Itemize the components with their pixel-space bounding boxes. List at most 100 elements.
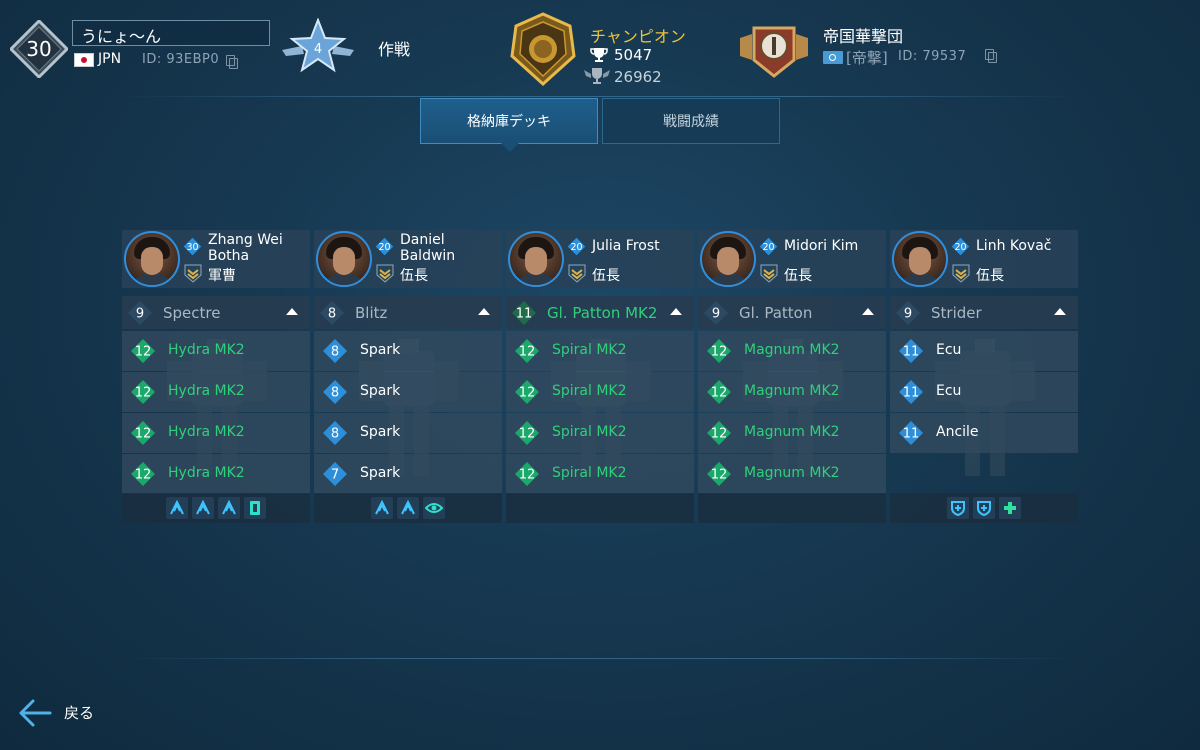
weapon-name: Hydra MK2 — [168, 383, 245, 399]
un-flag-icon — [823, 51, 843, 64]
robot-name: Strider — [931, 304, 982, 322]
weapon-slot[interactable]: 12 Spiral MK2 — [506, 331, 694, 371]
pilot-level-badge: 20 — [951, 237, 970, 256]
weapon-level-badge: 12 — [131, 339, 155, 363]
clan-id: ID: 79537 — [898, 49, 967, 64]
robot-slot[interactable]: 20 Daniel Baldwin 伍長 8 Blitz 8 Spark 8 Spark 8 Spa… — [314, 230, 502, 523]
weapon-slot[interactable]: 12 Hydra MK2 — [122, 331, 310, 371]
weapon-name: Hydra MK2 — [168, 424, 245, 440]
robot-level-badge: 11 — [512, 301, 536, 325]
repair-plus-icon — [999, 497, 1021, 519]
weapon-level-badge: 12 — [515, 421, 539, 445]
weapon-slot[interactable]: 12 Magnum MK2 — [698, 413, 886, 453]
svg-text:4: 4 — [314, 42, 322, 57]
weapon-name: Spark — [360, 424, 401, 440]
robot-level-badge: 9 — [896, 301, 920, 325]
robot-slot[interactable]: 20 Midori Kim 伍長 9 Gl. Patton 12 Magnum MK2 12 M… — [698, 230, 886, 523]
tab-hangar-deck[interactable]: 格納庫デッキ — [420, 98, 598, 152]
weapon-slot[interactable]: 8 Spark — [314, 331, 502, 371]
robot-slot[interactable]: 20 Julia Frost 伍長 11 Gl. Patton MK2 12 Spiral … — [506, 230, 694, 523]
back-button[interactable]: 戻る — [18, 696, 108, 730]
weapon-slot[interactable]: 11 Ecu — [890, 372, 1078, 412]
robot-header[interactable]: 11 Gl. Patton MK2 — [506, 296, 694, 329]
weapon-slot[interactable]: 8 Spark — [314, 413, 502, 453]
robot-slot[interactable]: 20 Linh Kovač 伍長 9 Strider 11 Ecu 11 Ecu 11 Ancile — [890, 230, 1078, 523]
chevron-up-icon[interactable] — [478, 308, 490, 315]
weapon-slot[interactable]: 11 Ancile — [890, 413, 1078, 453]
rocket-boost-icon — [166, 497, 188, 519]
robot-header[interactable]: 9 Strider — [890, 296, 1078, 329]
tab-battle-stats[interactable]: 戦闘成績 — [602, 98, 780, 144]
weapon-level-badge: 11 — [899, 339, 923, 363]
player-id: ID: 93EBP0 — [142, 52, 220, 67]
weapon-slot[interactable]: 12 Spiral MK2 — [506, 413, 694, 453]
svg-text:8: 8 — [331, 427, 339, 442]
weapon-slot[interactable]: 12 Hydra MK2 — [122, 413, 310, 453]
svg-text:12: 12 — [135, 386, 152, 401]
svg-text:12: 12 — [519, 345, 536, 360]
weapon-name: Ecu — [936, 383, 962, 399]
svg-text:12: 12 — [519, 386, 536, 401]
chevron-up-icon[interactable] — [1054, 308, 1066, 315]
rank-chevron-icon — [376, 264, 394, 283]
weapon-name: Spiral MK2 — [552, 342, 627, 358]
weapon-level-badge: 11 — [899, 421, 923, 445]
svg-text:12: 12 — [519, 468, 536, 483]
module-bar — [122, 493, 310, 523]
svg-text:12: 12 — [711, 386, 728, 401]
rank-chevron-icon — [952, 264, 970, 283]
robot-header[interactable]: 9 Gl. Patton — [698, 296, 886, 329]
player-country: JPN — [98, 51, 122, 67]
rank-chevron-icon — [760, 264, 778, 283]
svg-text:12: 12 — [711, 427, 728, 442]
copy-icon[interactable] — [226, 55, 238, 69]
weapon-slot[interactable]: 11 Ecu — [890, 331, 1078, 371]
eye-icon — [423, 497, 445, 519]
pilot-rank: 伍長 — [400, 268, 428, 284]
chevron-up-icon[interactable] — [670, 308, 682, 315]
pilot-card[interactable]: 20 Daniel Baldwin 伍長 — [314, 230, 502, 288]
weapon-slot[interactable]: 12 Magnum MK2 — [698, 372, 886, 412]
weapon-level-badge: 8 — [323, 421, 347, 445]
svg-text:20: 20 — [762, 242, 774, 253]
weapon-slot[interactable]: 12 Hydra MK2 — [122, 454, 310, 494]
robot-name: Gl. Patton — [739, 304, 813, 322]
copy-icon[interactable] — [985, 49, 997, 63]
weapon-level-badge: 12 — [515, 380, 539, 404]
robot-slot[interactable]: 30 Zhang Wei Botha 軍曹 9 Spectre 12 Hydra MK2 12… — [122, 230, 310, 523]
weapon-name: Spark — [360, 465, 401, 481]
robot-level-badge: 9 — [128, 301, 152, 325]
weapon-level-badge: 12 — [707, 380, 731, 404]
pilot-avatar — [508, 231, 564, 287]
weapon-slot[interactable]: 12 Spiral MK2 — [506, 372, 694, 412]
module-bar — [698, 493, 886, 523]
chevron-up-icon[interactable] — [862, 308, 874, 315]
module-bar — [506, 493, 694, 523]
weapon-slot[interactable]: 8 Spark — [314, 372, 502, 412]
weapon-name: Magnum MK2 — [744, 342, 840, 358]
pilot-card[interactable]: 20 Linh Kovač 伍長 — [890, 230, 1078, 288]
pilot-avatar — [892, 231, 948, 287]
robot-header[interactable]: 9 Spectre — [122, 296, 310, 329]
rank-chevron-icon — [184, 264, 202, 283]
operations-label: 作戦 — [378, 40, 411, 59]
weapon-slot[interactable]: 12 Magnum MK2 — [698, 454, 886, 494]
weapon-slot[interactable]: 12 Hydra MK2 — [122, 372, 310, 412]
weapon-slot[interactable]: 7 Spark — [314, 454, 502, 494]
svg-text:9: 9 — [712, 307, 720, 322]
weapon-slot[interactable]: 12 Spiral MK2 — [506, 454, 694, 494]
chevron-up-icon[interactable] — [286, 308, 298, 315]
weapon-name: Ancile — [936, 424, 979, 440]
pilot-card[interactable]: 30 Zhang Wei Botha 軍曹 — [122, 230, 310, 288]
weapon-name: Hydra MK2 — [168, 465, 245, 481]
back-label: 戻る — [64, 704, 95, 722]
pilot-card[interactable]: 20 Julia Frost 伍長 — [506, 230, 694, 288]
robot-header[interactable]: 8 Blitz — [314, 296, 502, 329]
rank-chevron-icon — [568, 264, 586, 283]
pilot-rank: 伍長 — [592, 268, 620, 284]
winged-trophy-icon — [584, 68, 610, 84]
pilot-card[interactable]: 20 Midori Kim 伍長 — [698, 230, 886, 288]
champion-league-icon — [510, 12, 576, 86]
weapon-slot[interactable]: 12 Magnum MK2 — [698, 331, 886, 371]
weapon-level-badge: 12 — [131, 462, 155, 486]
